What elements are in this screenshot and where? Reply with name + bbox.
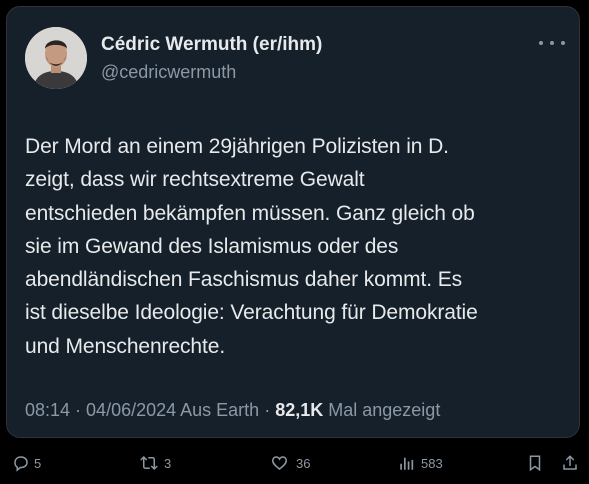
views-label: Mal angezeigt [323, 400, 441, 420]
like-button[interactable]: 36 [270, 448, 310, 478]
tweet-line: und Menschenrechte. [25, 334, 226, 358]
avatar[interactable] [25, 27, 87, 89]
retweet-count: 3 [164, 455, 172, 471]
share-button[interactable] [561, 448, 579, 478]
more-icon[interactable] [539, 35, 565, 51]
reply-icon [14, 456, 28, 472]
tweet-location: Aus Earth [176, 400, 260, 420]
tweet-meta: 08:14 · 04/06/2024 Aus Earth · 82,1K Mal… [25, 398, 440, 422]
page: Cédric Wermuth (er/ihm) @cedricwermuth D… [0, 0, 589, 484]
tweet-card[interactable]: Cédric Wermuth (er/ihm) @cedricwermuth D… [6, 6, 580, 438]
tweet-text: Der Mord an einem 29jährigen Polizisten … [25, 130, 570, 363]
tweet-line: entschieden bekämpfen müssen. Ganz gleic… [25, 201, 475, 225]
author-handle[interactable]: @cedricwermuth [101, 60, 236, 84]
meta-separator: · [70, 400, 87, 420]
like-count: 36 [296, 455, 311, 471]
reply-button[interactable]: 5 [12, 448, 41, 478]
tweet-line: sie im Gewand des Islamismus oder des [25, 234, 399, 258]
views-action-count: 583 [421, 455, 443, 471]
retweet-button[interactable]: 3 [138, 448, 171, 478]
share-icon [563, 455, 577, 470]
author-name[interactable]: Cédric Wermuth (er/ihm) [101, 33, 322, 57]
views-button[interactable]: 583 [398, 448, 443, 478]
tweet-time[interactable]: 08:14 [25, 400, 70, 420]
like-icon [271, 456, 288, 470]
views-count: 82,1K [275, 400, 324, 420]
bookmark-icon [529, 455, 541, 472]
views-icon [400, 457, 414, 470]
tweet-line: Der Mord an einem 29jährigen Polizisten … [25, 135, 449, 158]
tweet-date[interactable]: 04/06/2024 [86, 400, 176, 420]
tweet-line: abendländischen Faschismus daher kommt. … [25, 268, 463, 292]
meta-separator: · [259, 400, 276, 420]
tweet-line: ist dieselbe Ideologie: Verachtung für D… [25, 301, 478, 325]
retweet-icon [140, 455, 158, 471]
reply-count: 5 [34, 455, 42, 471]
bookmark-button[interactable] [527, 448, 543, 478]
action-bar: 5 3 36 583 [0, 448, 589, 478]
tweet-line: zeigt, dass wir rechtsextreme Gewalt [25, 168, 365, 192]
